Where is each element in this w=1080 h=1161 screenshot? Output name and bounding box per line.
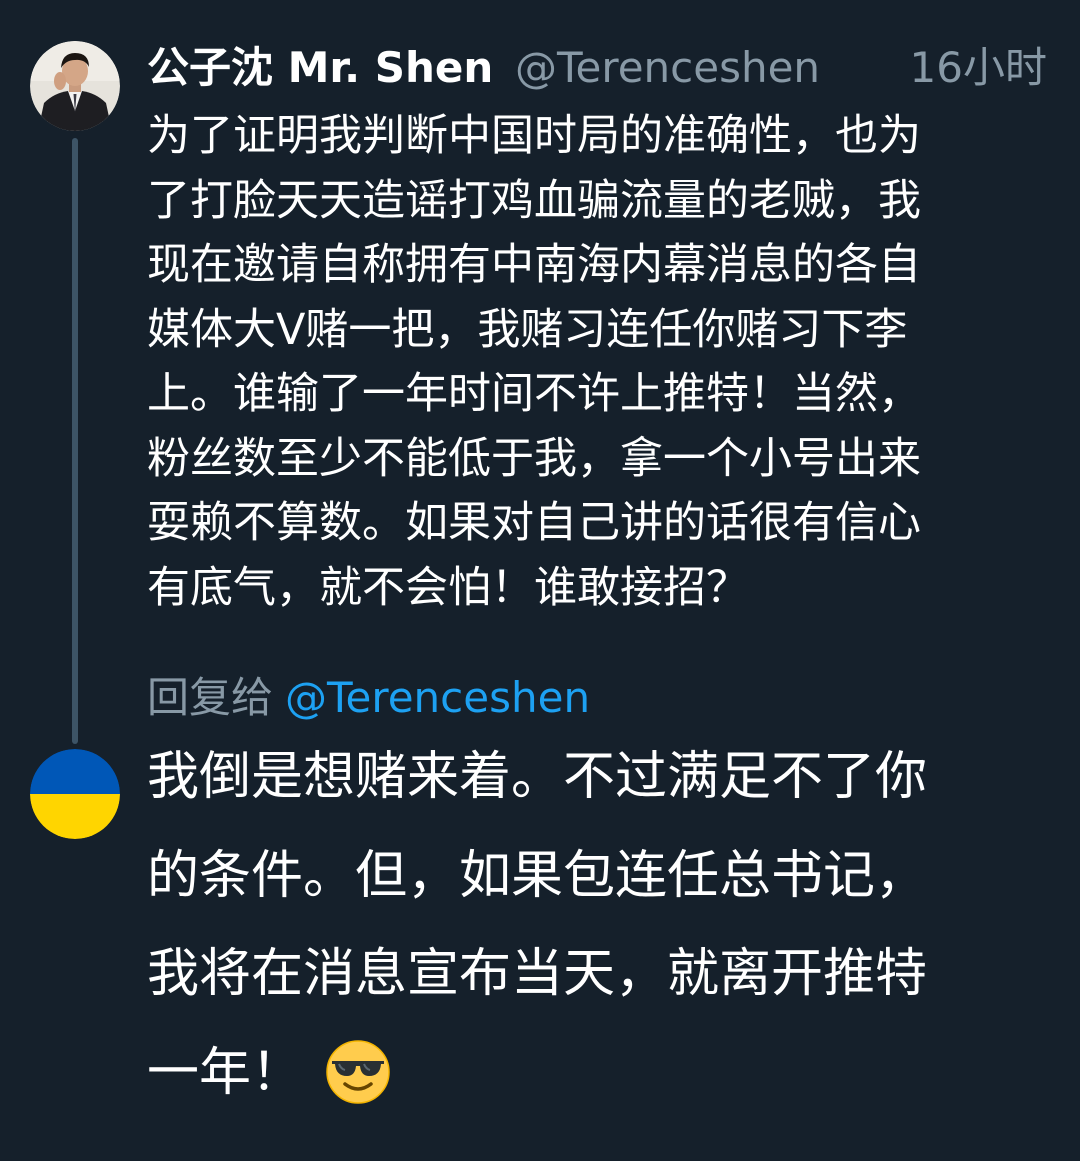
tweet-text-line: 粉丝数至少不能低于我，拿一个小号出来 — [147, 433, 921, 484]
tweet-header: 公子沈 Mr. Shen @Terenceshen 16小时 — [147, 40, 1057, 96]
smiling-face-with-sunglasses-icon — [326, 1039, 390, 1104]
reply-text-line: 我倒是想赌来着。不过满足不了你 — [147, 747, 928, 807]
tweet-text-line: 为了证明我判断中国时局的准确性，也为 — [147, 111, 921, 161]
tweet-text: 为了证明我判断中国时局的准确性，也为 了打脸天天造谣打鸡血骗流量的老贼，我 现在… — [147, 104, 1017, 620]
reply-text-line: 我将在消息宣布当天，就离开推特 — [147, 944, 928, 1004]
tweet-text-line: 现在邀请自称拥有中南海内幕消息的各自 — [147, 240, 921, 290]
tweet-text-line: 媒体大V赌一把，我赌习连任你赌习下李 — [147, 304, 908, 355]
tweet-thread: 公子沈 Mr. Shen @Terenceshen 16小时 为了证明我判断中国… — [0, 0, 1080, 1161]
reply-to-handle-link[interactable]: @Terenceshen — [285, 673, 590, 722]
reply-text-line-last: 一年！ — [147, 1024, 1047, 1123]
reply-author-avatar[interactable] — [30, 749, 120, 839]
profile-photo-icon — [30, 41, 120, 131]
author-handle[interactable]: @Terenceshen — [515, 40, 820, 96]
reply-text: 我倒是想赌来着。不过满足不了你 的条件。但，如果包连任总书记， 我将在消息宣布当… — [147, 728, 1047, 1122]
ukraine-flag-avatar-icon — [30, 749, 120, 839]
tweet-text-line: 了打脸天天造谣打鸡血骗流量的老贼，我 — [147, 175, 921, 226]
thread-connector-line — [72, 138, 78, 744]
tweet-text-line: 上。谁输了一年时间不许上推特！当然， — [147, 369, 921, 419]
tweet-text-line: 有底气，就不会怕！谁敢接招？ — [147, 562, 749, 613]
reply-prefix-label: 回复给 — [147, 673, 274, 722]
author-display-name[interactable]: 公子沈 Mr. Shen — [147, 40, 493, 96]
reply-context: 回复给 @Terenceshen — [147, 670, 590, 726]
reply-text-last-segment: 一年！ — [147, 1042, 304, 1103]
reply-text-line: 的条件。但，如果包连任总书记， — [147, 845, 928, 906]
tweet-timestamp[interactable]: 16小时 — [910, 40, 1047, 96]
author-avatar[interactable] — [30, 41, 120, 131]
tweet-text-line: 耍赖不算数。如果对自己讲的话很有信心 — [147, 498, 921, 548]
